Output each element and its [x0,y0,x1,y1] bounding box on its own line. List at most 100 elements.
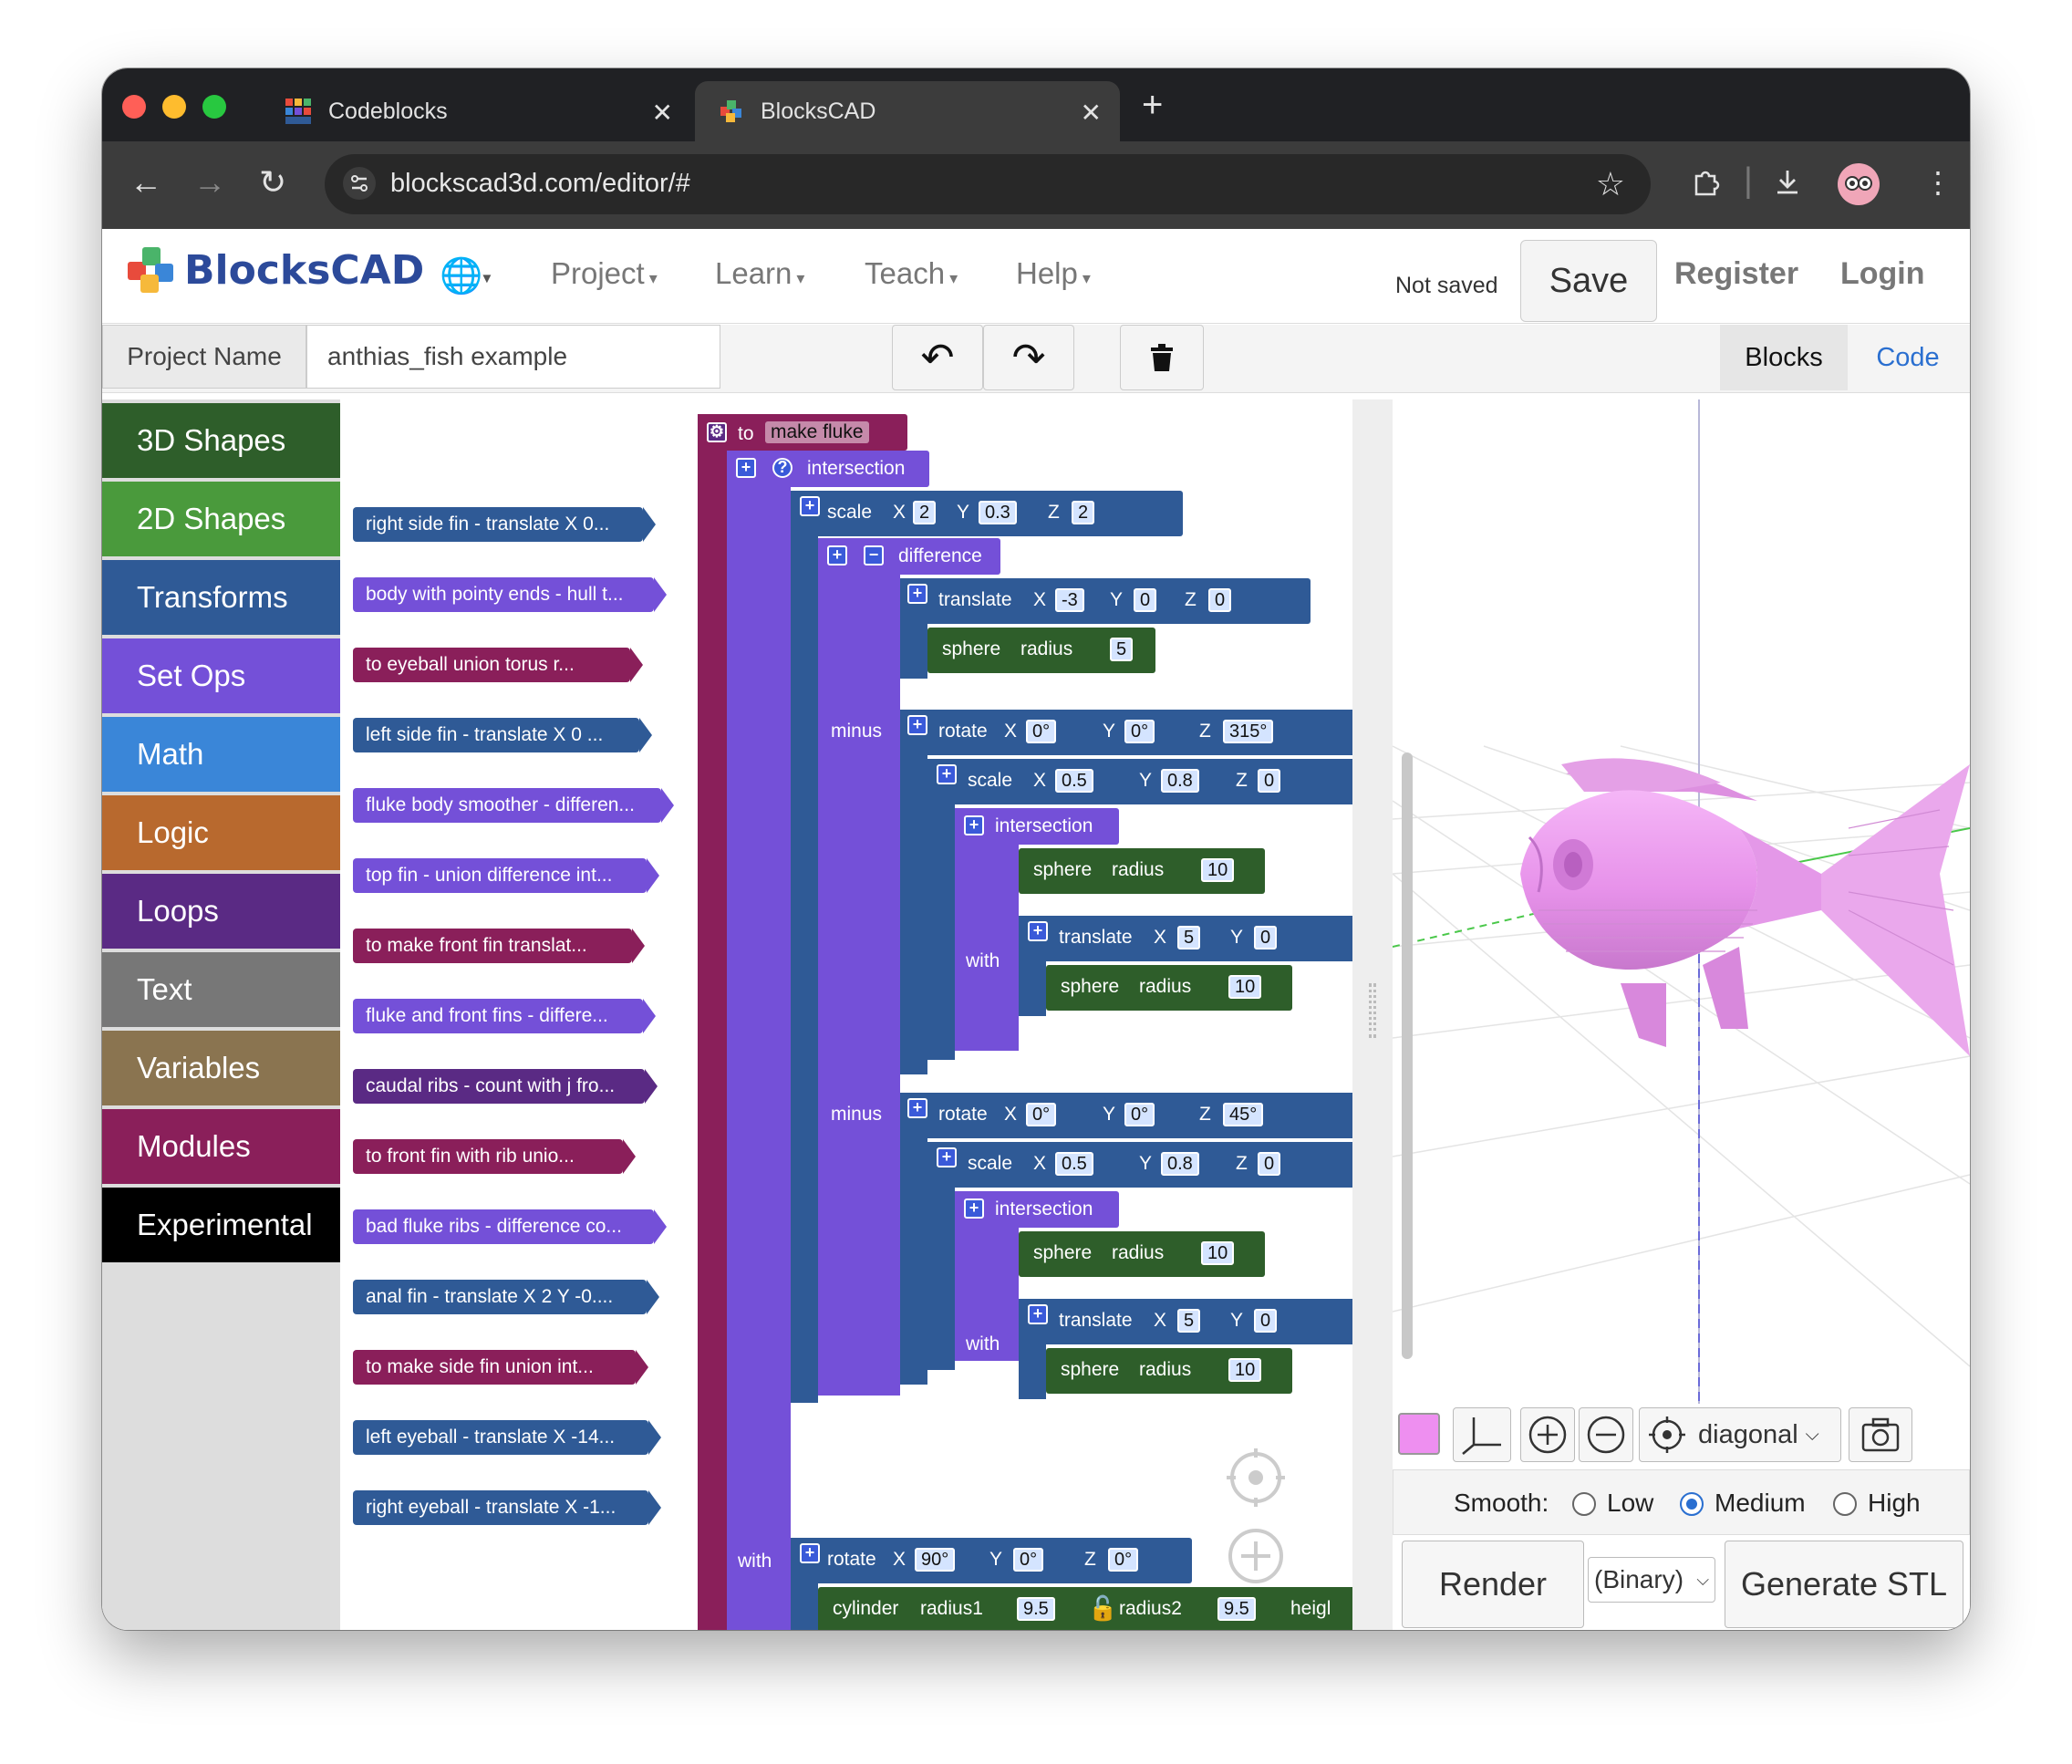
menu-teach[interactable]: Teach ▾ [865,256,958,291]
cylinder-radius2-value[interactable]: 9.5 [1217,1597,1256,1621]
recenter-icon[interactable] [1227,1448,1285,1507]
sphere-radius-value[interactable]: 10 [1228,975,1262,999]
bookmark-star-icon[interactable]: ☆ [1596,165,1625,203]
scale-y-value[interactable]: 0.8 [1161,769,1199,793]
flyout-block[interactable]: to make side fin union int... [353,1350,648,1385]
translate-z-value[interactable]: 0 [1208,588,1232,612]
profile-avatar[interactable] [1838,163,1880,205]
plus-icon[interactable]: + [1028,921,1048,941]
axes-toggle-button[interactable] [1453,1407,1511,1462]
cylinder-radius1-value[interactable]: 9.5 [1017,1597,1055,1621]
category-loops[interactable]: Loops [102,874,340,949]
menu-project[interactable]: Project ▾ [551,256,658,291]
scale-y-value[interactable]: 0.8 [1161,1152,1199,1176]
login-link[interactable]: Login [1840,256,1925,292]
category-logic[interactable]: Logic [102,795,340,870]
back-icon[interactable]: ← [130,163,162,202]
tab-codeblocks[interactable]: Codeblocks ✕ [263,81,691,141]
flyout-block[interactable]: left eyeball - translate X -14... [353,1420,661,1455]
category-set-ops[interactable]: Set Ops [102,638,340,713]
zoom-in-icon[interactable] [1227,1527,1285,1585]
panel-splitter[interactable] [1352,399,1393,1630]
scale-z-value[interactable]: 0 [1258,769,1281,793]
forward-icon[interactable]: → [193,163,226,202]
category-3d-shapes[interactable]: 3D Shapes [102,403,340,478]
function-name-field[interactable]: make fluke [765,421,869,443]
flyout-block[interactable]: anal fin - translate X 2 Y -0.... [353,1280,659,1314]
3d-render-canvas[interactable] [1393,399,1970,1404]
rotate-z-value[interactable]: 45° [1223,1103,1264,1126]
rotate-y-value[interactable]: 0° [1124,720,1155,743]
plus-icon[interactable]: + [937,764,957,784]
maximize-window-button[interactable] [202,95,226,119]
flyout-block[interactable]: fluke body smoother - differen... [353,788,674,823]
minus-icon[interactable]: − [864,545,884,566]
sphere-radius-value[interactable]: 10 [1201,1241,1235,1265]
rotate-y-value[interactable]: 0° [1124,1103,1155,1126]
gear-icon[interactable]: ⚙ [707,422,727,442]
save-button[interactable]: Save [1520,240,1657,322]
site-settings-icon[interactable] [343,167,376,200]
flyout-block[interactable]: fluke and front fins - differe... [353,999,656,1033]
close-tab-icon[interactable]: ✕ [652,98,673,128]
menu-learn[interactable]: Learn ▾ [715,256,804,291]
delete-button[interactable] [1120,325,1204,390]
tab-code[interactable]: Code [1862,325,1953,390]
scale-x-value[interactable]: 0.5 [1055,769,1093,793]
plus-icon[interactable]: + [964,1198,984,1219]
plus-icon[interactable]: + [800,1543,820,1563]
address-bar[interactable]: blockscad3d.com/editor/# ☆ [325,154,1651,214]
stl-format-select[interactable]: (Binary) ⌵ [1588,1557,1715,1603]
sphere-radius-value[interactable]: 5 [1110,638,1134,661]
render-button[interactable]: Render [1402,1541,1584,1628]
undo-button[interactable]: ↶ [892,325,983,390]
help-icon[interactable]: ? [772,458,793,478]
flyout-block[interactable]: caudal ribs - count with j fro... [353,1069,658,1104]
category-math[interactable]: Math [102,717,340,792]
flyout-block[interactable]: top fin - union difference int... [353,858,659,893]
smooth-high-radio[interactable] [1833,1492,1857,1516]
blocks-workspace[interactable]: ⚙ to make fluke + ? intersection with + … [698,399,1352,1630]
new-tab-icon[interactable]: + [1142,85,1163,126]
plus-icon[interactable]: + [800,496,820,516]
category-variables[interactable]: Variables [102,1031,340,1105]
flyout-block[interactable]: to make front fin translat... [353,929,645,963]
generate-stl-button[interactable]: Generate STL [1725,1541,1963,1628]
rotate-x-value[interactable]: 0° [1026,1103,1057,1126]
close-tab-icon[interactable]: ✕ [1081,98,1102,128]
blockscad-logo[interactable]: BlocksCAD [124,242,424,298]
flyout-block[interactable]: to eyeball union torus r... [353,648,643,682]
rotate-x-value[interactable]: 0° [1026,720,1057,743]
zoom-out-button[interactable] [1579,1407,1633,1462]
rotate-x-value[interactable]: 90° [915,1548,956,1572]
downloads-icon[interactable] [1771,165,1804,206]
extensions-icon[interactable] [1689,165,1722,206]
plus-icon[interactable]: + [907,584,927,604]
translate-y-value[interactable]: 0 [1134,588,1157,612]
project-name-input[interactable]: anthias_fish example [306,325,720,389]
translate-x-value[interactable]: 5 [1177,926,1201,949]
plus-icon[interactable]: + [964,815,984,835]
category-2d-shapes[interactable]: 2D Shapes [102,482,340,556]
smooth-low-radio[interactable] [1572,1492,1596,1516]
scale-x-value[interactable]: 0.5 [1055,1152,1093,1176]
rotate-z-value[interactable]: 315° [1223,720,1274,743]
lock-icon[interactable]: 🔓 [1088,1594,1117,1623]
plus-icon[interactable]: + [937,1147,957,1167]
translate-x-value[interactable]: 5 [1177,1309,1201,1333]
reload-icon[interactable]: ↻ [259,163,286,202]
scale-z-value[interactable]: 0 [1258,1152,1281,1176]
flyout-block[interactable]: right eyeball - translate X -1... [353,1490,661,1525]
plus-icon[interactable]: + [827,545,847,566]
scale-z-value[interactable]: 2 [1072,501,1095,524]
translate-y-value[interactable]: 0 [1254,1309,1278,1333]
translate-x-value[interactable]: -3 [1055,588,1084,612]
register-link[interactable]: Register [1674,256,1798,292]
object-color-swatch[interactable] [1398,1413,1440,1455]
rotate-z-value[interactable]: 0° [1108,1548,1139,1572]
minimize-window-button[interactable] [162,95,186,119]
category-experimental[interactable]: Experimental [102,1188,340,1262]
flyout-block[interactable]: to front fin with rib unio... [353,1139,636,1174]
tab-blockscad[interactable]: BlocksCAD ✕ [695,81,1120,141]
category-modules[interactable]: Modules [102,1109,340,1184]
